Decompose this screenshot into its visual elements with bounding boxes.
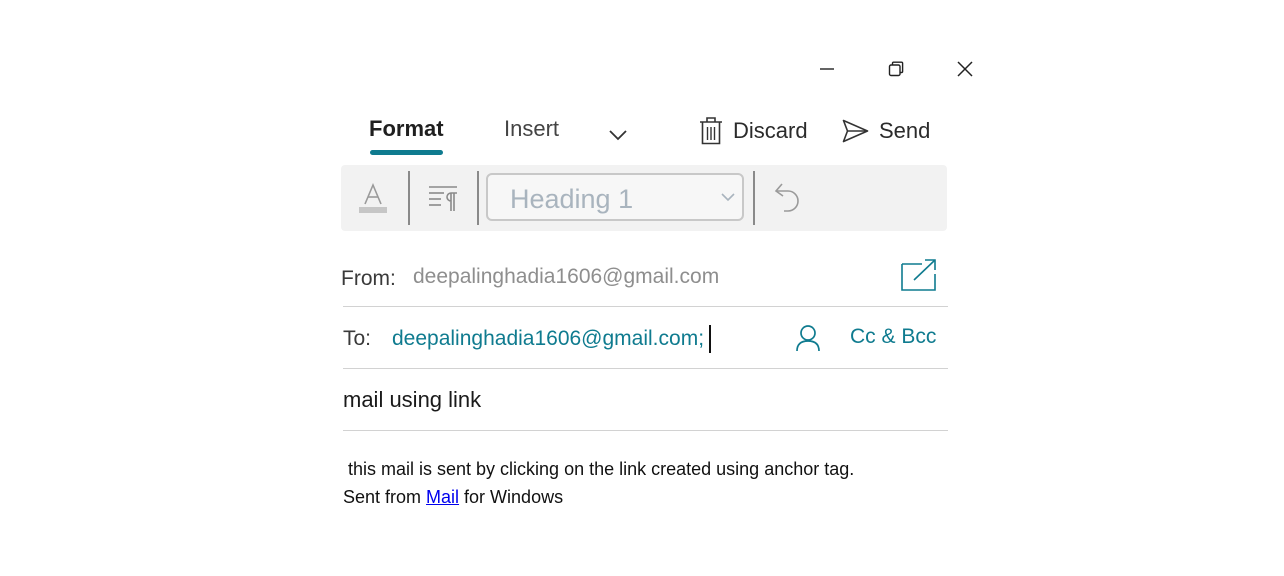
minimize-icon — [820, 68, 834, 70]
divider — [343, 430, 948, 431]
toolbar-divider — [753, 171, 755, 225]
paragraph-button[interactable] — [416, 173, 470, 223]
tab-insert[interactable]: Insert — [504, 116, 559, 142]
tab-format[interactable]: Format — [369, 116, 444, 142]
signature-line: Sent from Mail for Windows — [343, 483, 854, 511]
paragraph-style-select[interactable]: Heading 1 — [486, 173, 744, 221]
signature-suffix: for Windows — [459, 487, 564, 507]
undo-icon — [774, 183, 799, 212]
person-icon[interactable] — [794, 324, 822, 352]
discard-button[interactable]: Discard — [699, 114, 808, 148]
minimize-button[interactable] — [810, 52, 844, 86]
subject-field[interactable]: mail using link — [343, 387, 481, 413]
active-tab-indicator — [370, 150, 443, 155]
close-icon — [957, 61, 973, 77]
popout-icon[interactable] — [900, 258, 938, 292]
font-color-icon — [359, 182, 387, 213]
chevron-down-icon[interactable] — [606, 124, 630, 146]
trash-icon — [699, 116, 723, 146]
restore-icon — [888, 61, 904, 77]
from-account[interactable]: deepalinghadia1606@gmail.com — [413, 265, 719, 289]
cc-bcc-button[interactable]: Cc & Bcc — [850, 325, 936, 349]
close-button[interactable] — [948, 52, 982, 86]
toolbar-divider — [477, 171, 479, 225]
format-toolbar: Heading 1 — [341, 165, 947, 231]
toolbar-divider — [408, 171, 410, 225]
send-label: Send — [879, 118, 931, 143]
divider — [343, 368, 948, 369]
to-field[interactable]: deepalinghadia1606@gmail.com; — [392, 325, 712, 353]
text-cursor — [709, 325, 712, 353]
recipient-email[interactable]: deepalinghadia1606@gmail.com; — [392, 327, 704, 351]
discard-label: Discard — [733, 118, 808, 143]
divider — [343, 306, 948, 307]
mail-link[interactable]: Mail — [426, 487, 459, 507]
paragraph-icon — [429, 186, 457, 211]
to-label: To: — [343, 327, 372, 350]
send-icon — [842, 119, 869, 143]
undo-button[interactable] — [761, 173, 815, 223]
chevron-down-icon — [721, 193, 735, 202]
from-label: From: — [341, 267, 396, 290]
font-color-button[interactable] — [346, 173, 400, 223]
body-line: this mail is sent by clicking on the lin… — [343, 459, 855, 479]
paragraph-style-value: Heading 1 — [510, 184, 634, 214]
send-button[interactable]: Send — [842, 114, 930, 148]
message-body[interactable]: this mail is sent by clicking on the lin… — [343, 455, 854, 511]
restore-button[interactable] — [879, 52, 913, 86]
signature-prefix: Sent from — [343, 487, 427, 507]
